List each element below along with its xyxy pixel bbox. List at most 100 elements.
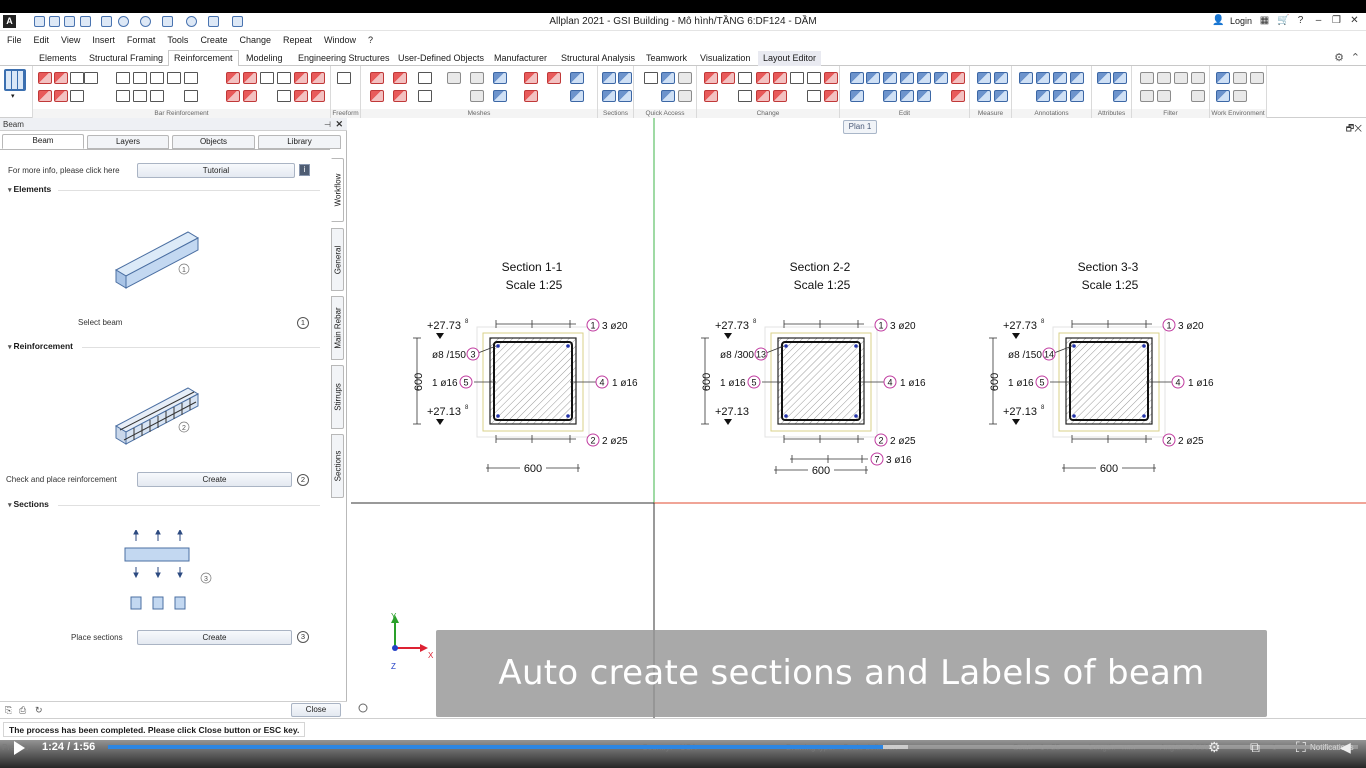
ribbon-tool-icon[interactable]: [493, 72, 507, 84]
ribbon-tool-icon[interactable]: [570, 72, 584, 84]
ribbon-tool-icon[interactable]: [84, 72, 98, 84]
grid-icon[interactable]: ▦: [1259, 15, 1270, 26]
ribbon-tool-icon[interactable]: [977, 90, 991, 102]
ribbon-tool-icon[interactable]: [1140, 90, 1154, 102]
ribbon-tool-icon[interactable]: [70, 90, 84, 102]
ribbon-tool-icon[interactable]: [1140, 72, 1154, 84]
menu-create[interactable]: Create: [200, 35, 227, 45]
ribbon-tool-icon[interactable]: [618, 72, 632, 84]
ribbon-tool-icon[interactable]: [1053, 72, 1067, 84]
ribbon-tool-icon[interactable]: [602, 90, 616, 102]
ribbon-tool-icon[interactable]: [470, 72, 484, 84]
ribbon-tool-icon[interactable]: [226, 72, 240, 84]
menu-file[interactable]: File: [7, 35, 22, 45]
ribbon-tool-icon[interactable]: [807, 90, 821, 102]
ribbon-tool-icon[interactable]: [493, 90, 507, 102]
cart-icon[interactable]: 🛒: [1277, 15, 1289, 26]
gear-icon[interactable]: ⚙: [1208, 740, 1221, 754]
ribbon-tool-icon[interactable]: [994, 72, 1008, 84]
ribbon-tool-icon[interactable]: [524, 90, 538, 102]
menu-window[interactable]: Window: [324, 35, 356, 45]
ribbon-tool-icon[interactable]: [1097, 72, 1111, 84]
login-link[interactable]: Login: [1230, 16, 1252, 26]
ribbon-tool-icon[interactable]: [226, 90, 240, 102]
play-icon[interactable]: [14, 741, 25, 755]
ribbon-tool-icon[interactable]: [311, 90, 325, 102]
ribbon-tool-icon[interactable]: [721, 72, 735, 84]
vtab-stirrups[interactable]: Stirrups: [331, 365, 344, 429]
ribbon-tool-icon[interactable]: [1070, 72, 1084, 84]
ribbon-tool-icon[interactable]: [661, 72, 675, 84]
ribbon-tool-icon[interactable]: [618, 90, 632, 102]
tab-teamwork[interactable]: Teamwork: [641, 51, 692, 66]
ribbon-tool-icon[interactable]: [337, 72, 351, 84]
ribbon-tool-icon[interactable]: [807, 72, 821, 84]
ribbon-tool-icon[interactable]: [756, 90, 770, 102]
info-icon[interactable]: i: [299, 164, 310, 176]
ribbon-tool-icon[interactable]: [773, 90, 787, 102]
ribbon-tool-icon[interactable]: [294, 90, 308, 102]
ribbon-tool-icon[interactable]: [678, 90, 692, 102]
ribbon-tool-icon[interactable]: [133, 90, 147, 102]
tab-structural-analysis[interactable]: Structural Analysis: [556, 51, 640, 66]
video-progress[interactable]: [108, 745, 1358, 749]
menu-edit[interactable]: Edit: [34, 35, 50, 45]
menu-tools[interactable]: Tools: [167, 35, 188, 45]
tab-structural-framing[interactable]: Structural Framing: [84, 51, 168, 66]
ribbon-tool-icon[interactable]: [470, 90, 484, 102]
ribbon-tool-icon[interactable]: [1174, 72, 1188, 84]
expand-ribbon-icon[interactable]: ⌃: [1351, 51, 1360, 64]
ribbon-tool-icon[interactable]: [977, 72, 991, 84]
ribbon-tool-icon[interactable]: [243, 72, 257, 84]
refresh-icon[interactable]: ↻: [35, 705, 45, 715]
ribbon-tool-icon[interactable]: [1036, 90, 1050, 102]
menu-format[interactable]: Format: [127, 35, 156, 45]
ribbon-tool-icon[interactable]: [184, 90, 198, 102]
fullscreen-icon[interactable]: ⛶: [1296, 740, 1306, 754]
ribbon-tool-icon[interactable]: [850, 90, 864, 102]
ribbon-tool-icon[interactable]: [277, 90, 291, 102]
restore-icon[interactable]: ❐: [1331, 15, 1342, 26]
ribbon-tool-icon[interactable]: [773, 72, 787, 84]
ribbon-tool-icon[interactable]: [116, 72, 130, 84]
ribbon-tool-icon[interactable]: [850, 72, 864, 84]
create-reinforcement-button[interactable]: Create: [137, 472, 292, 487]
ribbon-tool-icon[interactable]: [994, 90, 1008, 102]
ribbon-tool-icon[interactable]: [447, 72, 461, 84]
close-icon[interactable]: ✕: [1349, 15, 1360, 26]
ribbon-tool-icon[interactable]: [116, 90, 130, 102]
tutorial-button[interactable]: Tutorial: [137, 163, 295, 178]
ribbon-tool-icon[interactable]: [1070, 90, 1084, 102]
ribbon-tool-icon[interactable]: [570, 90, 584, 102]
tab-layout-editor[interactable]: Layout Editor: [758, 51, 822, 66]
beam-icon[interactable]: 1: [110, 222, 210, 292]
ribbon-tool-icon[interactable]: [602, 72, 616, 84]
snap-icon[interactable]: [358, 703, 368, 713]
ribbon-tool-icon[interactable]: [1113, 90, 1127, 102]
beam-reinforcement-icon[interactable]: 2: [110, 378, 210, 448]
help-icon[interactable]: ?: [1295, 15, 1306, 26]
ribbon-tool-icon[interactable]: [704, 90, 718, 102]
ribbon-tool-icon[interactable]: [951, 72, 965, 84]
ribbon-tool-icon[interactable]: [1233, 72, 1247, 84]
ribbon-tool-icon[interactable]: [524, 72, 538, 84]
ribbon-tool-icon[interactable]: [547, 72, 561, 84]
ribbon-tool-icon[interactable]: [1157, 72, 1171, 84]
user-icon[interactable]: 👤: [1212, 15, 1224, 26]
ribbon-tool-icon[interactable]: [260, 72, 274, 84]
palette-close-icon[interactable]: ✕: [335, 118, 343, 131]
create-sections-button[interactable]: Create: [137, 630, 292, 645]
ribbon-tool-icon[interactable]: [167, 72, 181, 84]
ribbon-tool-icon[interactable]: [900, 90, 914, 102]
vtab-workflow[interactable]: Workflow: [331, 158, 344, 222]
ribbon-tool-icon[interactable]: [243, 90, 257, 102]
tab-reinforcement[interactable]: Reinforcement: [168, 50, 239, 67]
ribbon-tool-icon[interactable]: [883, 72, 897, 84]
wall-icon[interactable]: [4, 69, 26, 91]
ribbon-tool-icon[interactable]: [277, 72, 291, 84]
menu-view[interactable]: View: [61, 35, 80, 45]
ribbon-tool-icon[interactable]: [418, 72, 432, 84]
ribbon-tool-icon[interactable]: [1216, 90, 1230, 102]
ribbon-tool-icon[interactable]: [900, 72, 914, 84]
import-icon[interactable]: ⎙: [19, 705, 29, 715]
